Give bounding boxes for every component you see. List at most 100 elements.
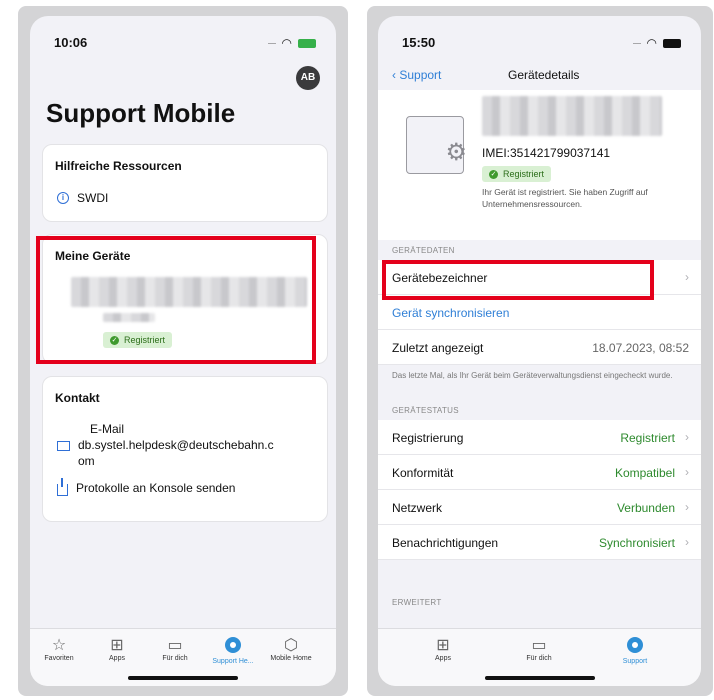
row-notifications[interactable]: Benachrichtigungen Synchronisiert › — [378, 525, 701, 560]
chevron-right-icon: › — [685, 270, 689, 284]
email-label: E-Mail — [90, 422, 125, 436]
wifi-icon: ◠ — [281, 36, 292, 50]
tab-favorites[interactable]: ☆ Favoriten — [32, 637, 86, 662]
device-name-blurred — [482, 96, 662, 136]
tab-label: Support — [622, 658, 648, 665]
tab-apps[interactable]: ⊞ Apps — [416, 637, 470, 662]
upload-icon — [57, 478, 68, 496]
apps-grid-icon: ⊞ — [436, 637, 450, 654]
device-settings-icon: ⚙ — [406, 116, 467, 174]
tab-mobile-home[interactable]: ⬡ Mobile Home — [264, 637, 318, 662]
tab-label: Support He... — [212, 658, 254, 665]
tab-label: Für dich — [162, 655, 188, 662]
left-phone-screen: 10:06 ···· ◠ AB Support Mobile Hilfreich… — [30, 16, 336, 686]
tab-label: Favoriten — [44, 655, 74, 662]
avatar[interactable]: AB — [296, 66, 320, 90]
tab-label: Für dich — [526, 655, 552, 662]
section-device-data: GERÄTEDATEN — [392, 246, 455, 255]
star-icon: ☆ — [51, 637, 67, 654]
last-seen-note: Das letzte Mal, als Ihr Gerät beim Gerät… — [392, 371, 673, 380]
row-label: Benachrichtigungen — [392, 536, 499, 550]
section-advanced: ERWEITERT — [392, 598, 442, 607]
row-value: Kompatibel — [614, 466, 675, 480]
tablet-icon: ▭ — [531, 637, 547, 654]
tab-label: Apps — [435, 655, 451, 662]
chevron-right-icon: › — [685, 430, 689, 444]
sync-link: Gerät synchronisieren — [392, 306, 510, 320]
highlight-box-identifier — [382, 260, 654, 300]
email-address-line1: db.systel.helpdesk@deutschebahn.c — [78, 438, 274, 452]
tablet-icon: ▭ — [167, 637, 183, 654]
row-network[interactable]: Netzwerk Verbunden › — [378, 490, 701, 525]
tab-support[interactable]: Support — [608, 637, 662, 665]
page-title: Support Mobile — [46, 98, 236, 128]
tab-label: Apps — [109, 655, 125, 662]
battery-icon — [663, 38, 681, 48]
row-registration[interactable]: Registrierung Registriert › — [378, 420, 701, 455]
device-status-label: Registriert — [503, 169, 545, 179]
resources-card: Hilfreiche Ressourcen i SWDI — [42, 144, 328, 222]
nav-title: Gerätedetails — [508, 68, 580, 82]
row-label: Netzwerk — [392, 501, 443, 515]
contact-card: Kontakt E-Mail db.systel.helpdesk@deutsc… — [42, 376, 328, 522]
info-icon: i — [57, 192, 69, 204]
row-label: Registrierung — [392, 431, 464, 445]
tab-support[interactable]: Support He... — [206, 637, 260, 665]
chevron-right-icon: › — [685, 535, 689, 549]
registration-description: Ihr Gerät ist registriert. Sie haben Zug… — [482, 187, 648, 209]
device-status-badge: ✓ Registriert — [482, 166, 552, 182]
contact-heading: Kontakt — [55, 391, 100, 405]
section-device-status: GERÄTESTATUS — [392, 406, 459, 415]
support-icon — [608, 637, 662, 658]
chevron-right-icon: › — [685, 500, 689, 514]
right-phone-frame: 15:50 ···· ◠ ‹ Support Gerätedetails ⚙ I… — [367, 6, 713, 696]
email-address-line2: om — [78, 454, 95, 468]
nav-bar: ‹ Support Gerätedetails — [378, 60, 701, 90]
status-bar: 15:50 ···· ◠ — [378, 16, 701, 56]
row-value: 18.07.2023, 08:52 — [592, 341, 689, 355]
back-button[interactable]: ‹ Support — [392, 68, 441, 82]
resource-item-swdi[interactable]: i SWDI — [43, 173, 327, 205]
tab-for-you[interactable]: ▭ Für dich — [512, 637, 566, 662]
send-logs-button[interactable]: Protokolle an Konsole senden — [43, 478, 327, 496]
status-icons: ···· ◠ — [268, 36, 316, 50]
contact-email[interactable]: E-Mail db.systel.helpdesk@deutschebahn.c… — [43, 421, 327, 469]
back-label: Support — [399, 68, 442, 82]
chevron-right-icon: › — [685, 465, 689, 479]
device-status-list: Registrierung Registriert › Konformität … — [378, 420, 701, 560]
wifi-icon: ◠ — [646, 36, 657, 50]
row-label: Zuletzt angezeigt — [392, 341, 484, 355]
row-value: Synchronisiert — [598, 536, 675, 550]
resources-heading: Hilfreiche Ressourcen — [55, 159, 182, 173]
row-value: Registriert — [620, 431, 675, 445]
left-phone-frame: 10:06 ···· ◠ AB Support Mobile Hilfreich… — [18, 6, 348, 696]
tab-for-you[interactable]: ▭ Für dich — [148, 637, 202, 662]
tab-bar: ☆ Favoriten ⊞ Apps ▭ Für dich Support He… — [30, 628, 336, 686]
status-bar: 10:06 ···· ◠ — [30, 16, 336, 56]
send-logs-label: Protokolle an Konsole senden — [76, 481, 236, 495]
apps-grid-icon: ⊞ — [110, 637, 124, 654]
home-indicator — [128, 676, 238, 680]
mail-icon — [57, 441, 70, 451]
tab-label: Mobile Home — [270, 655, 312, 662]
status-time: 10:06 — [54, 35, 88, 50]
row-sync-device[interactable]: Gerät synchronisieren — [378, 295, 701, 330]
right-phone-screen: 15:50 ···· ◠ ‹ Support Gerätedetails ⚙ I… — [378, 16, 701, 686]
row-value: Verbunden — [616, 501, 675, 515]
support-icon — [206, 637, 260, 658]
highlight-box-device — [36, 236, 316, 364]
tab-apps[interactable]: ⊞ Apps — [90, 637, 144, 662]
battery-icon — [298, 38, 316, 48]
imei-label: IMEI:351421799037141 — [482, 146, 611, 160]
check-icon: ✓ — [489, 169, 498, 179]
row-last-seen: Zuletzt angezeigt 18.07.2023, 08:52 — [378, 330, 701, 365]
resource-label: SWDI — [77, 191, 109, 205]
signal-icon: ···· — [267, 38, 277, 48]
signal-icon: ···· — [632, 38, 642, 48]
row-label: Konformität — [392, 466, 454, 480]
row-compliance[interactable]: Konformität Kompatibel › — [378, 455, 701, 490]
status-icons: ···· ◠ — [633, 36, 681, 50]
status-time: 15:50 — [402, 35, 436, 50]
home-icon: ⬡ — [284, 637, 298, 654]
tab-bar: ⊞ Apps ▭ Für dich Support — [378, 628, 701, 686]
